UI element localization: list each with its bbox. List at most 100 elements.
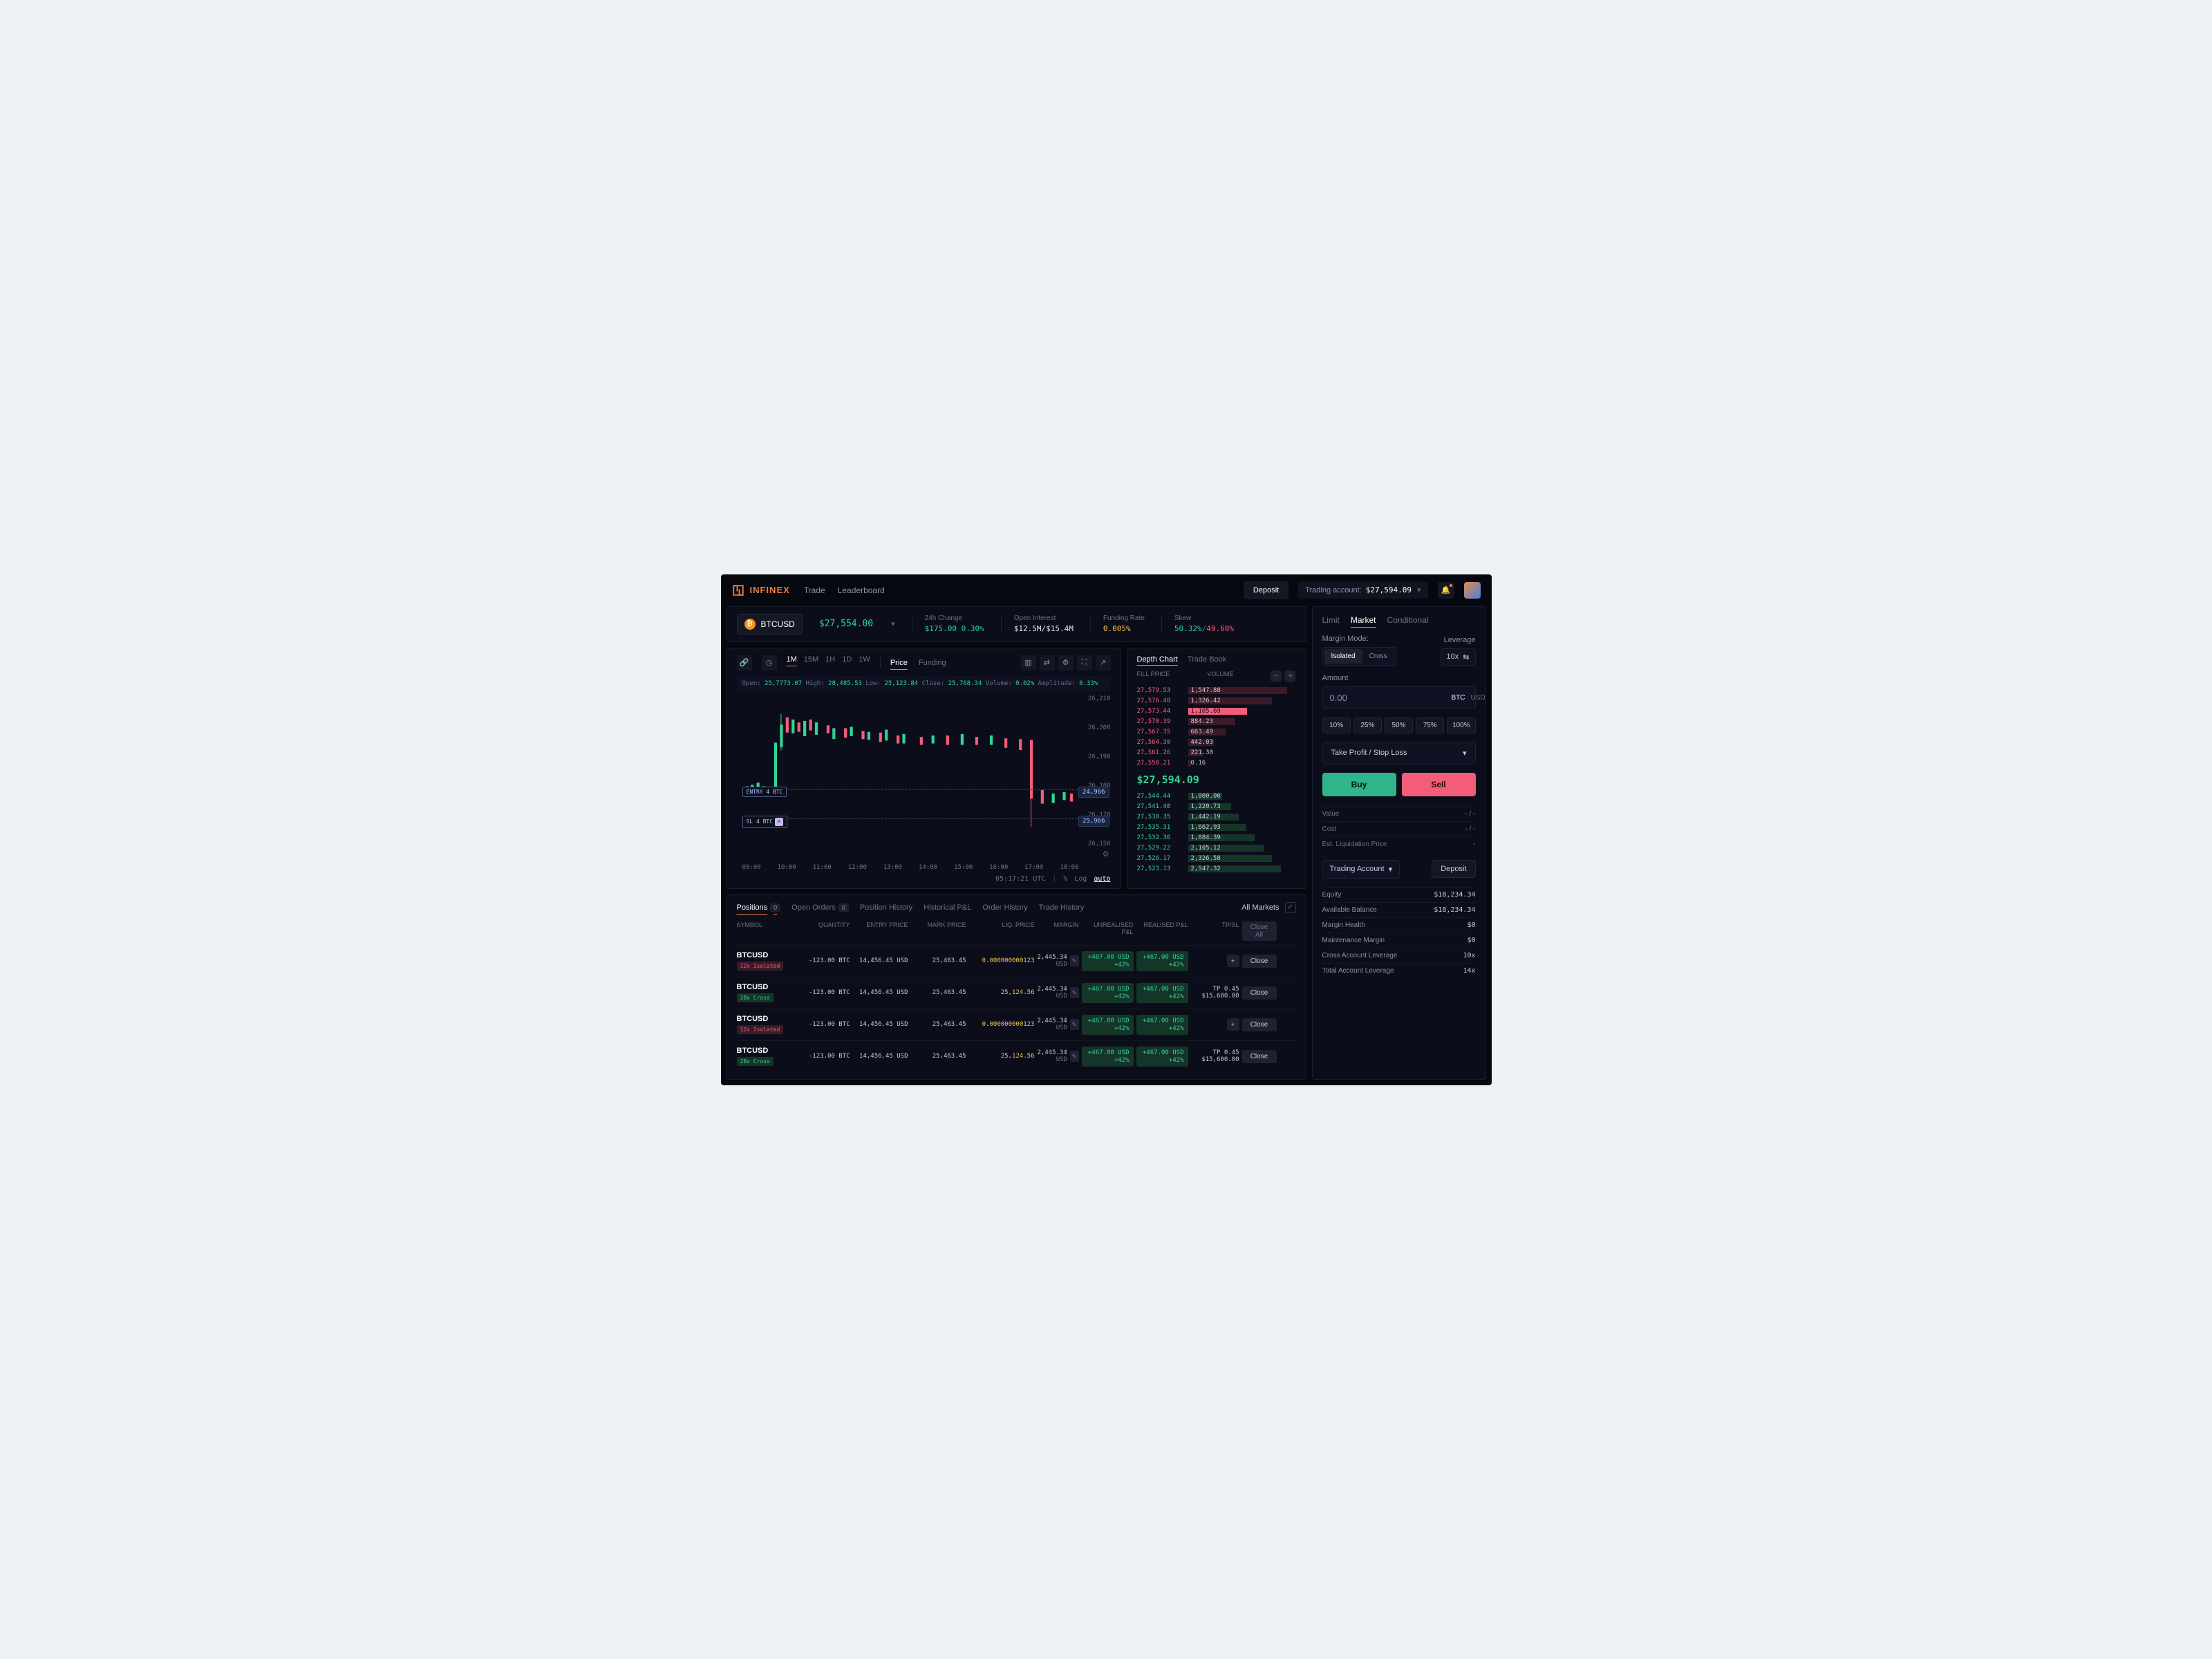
edit-icon[interactable]: ✎ <box>1070 955 1079 966</box>
close-position-button[interactable]: Close <box>1242 955 1277 968</box>
zoom-in-button[interactable]: + <box>1284 671 1295 682</box>
account-selector[interactable]: Trading Account ▾ <box>1322 860 1400 879</box>
close-position-button[interactable]: Close <box>1242 986 1277 1000</box>
pct-100[interactable]: 100% <box>1447 718 1475 733</box>
bid-row[interactable]: 27,544.441,000.00 <box>1137 791 1296 801</box>
pct-toggle[interactable]: % <box>1063 875 1067 883</box>
bid-row[interactable]: 27,541.401,220.73 <box>1137 802 1296 812</box>
margin-mode-segment: Isolated Cross <box>1322 647 1396 666</box>
bid-row[interactable]: 27,529.222,105.12 <box>1137 843 1296 853</box>
close-position-button[interactable]: Close <box>1242 1018 1277 1031</box>
tab-trade-book[interactable]: Trade Book <box>1188 655 1226 664</box>
pct-10[interactable]: 10% <box>1322 718 1351 733</box>
tab-position-history[interactable]: Position History <box>860 903 912 912</box>
amount-input[interactable] <box>1330 693 1452 703</box>
tf-1h[interactable]: 1H <box>825 655 835 671</box>
account-stat-row: Cross Account Leverage10x <box>1322 948 1476 963</box>
tf-15m[interactable]: 15M <box>804 655 818 671</box>
margin-cross[interactable]: Cross <box>1362 649 1394 664</box>
bid-row[interactable]: 27,538.351,442.19 <box>1137 812 1296 822</box>
ask-row[interactable]: 27,573.441,105.69 <box>1137 706 1296 716</box>
pct-75[interactable]: 75% <box>1416 718 1444 733</box>
edit-icon[interactable]: ✎ <box>1070 1019 1079 1030</box>
tab-historical-pnl[interactable]: Historical P&L <box>924 903 971 912</box>
clock-icon[interactable]: ◷ <box>762 655 777 671</box>
order-panel: Limit Market Conditional Margin Mode: Is… <box>1312 606 1486 1080</box>
pct-50[interactable]: 50% <box>1385 718 1413 733</box>
entry-marker[interactable]: ENTRY 4 BTC <box>742 787 787 797</box>
account-stat-row: Equity$18,234.34 <box>1322 887 1476 902</box>
ordertype-conditional[interactable]: Conditional <box>1387 615 1429 625</box>
funding-toggle[interactable]: Funding <box>919 659 946 667</box>
sell-button[interactable]: Sell <box>1402 773 1476 796</box>
ask-row[interactable]: 27,567.35663.49 <box>1137 727 1296 737</box>
ask-row[interactable]: 27,558.210.16 <box>1137 758 1296 768</box>
close-position-button[interactable]: Close <box>1242 1050 1277 1063</box>
tab-depth-chart[interactable]: Depth Chart <box>1137 655 1178 664</box>
leverage-dropdown[interactable]: 10x ⇆ <box>1441 648 1476 666</box>
ask-row[interactable]: 27,570.39884.23 <box>1137 717 1296 727</box>
candlestick-chart[interactable]: 26,210 26,200 26,190 26,180 26,170 26,15… <box>737 695 1111 861</box>
ask-row[interactable]: 27,579.531,547.88 <box>1137 686 1296 695</box>
margin-isolated[interactable]: Isolated <box>1324 649 1362 664</box>
bid-row[interactable]: 27,532.361,884.39 <box>1137 833 1296 843</box>
share-icon[interactable]: ↗ <box>1096 655 1111 671</box>
close-icon[interactable]: × <box>775 818 783 826</box>
add-tpsl-button[interactable]: + <box>1227 955 1239 967</box>
tab-order-history[interactable]: Order History <box>982 903 1027 912</box>
compare-icon[interactable]: ⇄ <box>1040 655 1055 671</box>
close-all-button[interactable]: Close All <box>1242 921 1277 941</box>
sl-marker[interactable]: SL 4 BTC × <box>742 816 788 828</box>
gear-icon[interactable]: ⚙ <box>1103 850 1109 859</box>
price-marker: 24,966 <box>1078 787 1109 798</box>
edit-icon[interactable]: ✎ <box>1070 1051 1079 1062</box>
tf-1m[interactable]: 1M <box>787 655 797 671</box>
nav-trade[interactable]: Trade <box>804 585 825 595</box>
log-toggle[interactable]: Log <box>1074 875 1087 883</box>
deposit-button-2[interactable]: Deposit <box>1432 860 1475 878</box>
buy-button[interactable]: Buy <box>1322 773 1396 796</box>
fullscreen-icon[interactable]: ⛶ <box>1077 655 1092 671</box>
pair-selector[interactable]: ₿ BTCUSD <box>737 614 803 635</box>
all-markets-checkbox[interactable]: ✓ <box>1285 902 1296 913</box>
ask-row[interactable]: 27,576.481,326.42 <box>1137 696 1296 706</box>
bid-row[interactable]: 27,526.172,326.58 <box>1137 854 1296 863</box>
tf-1w[interactable]: 1W <box>859 655 870 671</box>
tpsl-expand[interactable]: Take Profit / Stop Loss ▾ <box>1322 742 1476 765</box>
ccy-usd[interactable]: USD <box>1471 694 1485 702</box>
chevron-down-icon: ▾ <box>891 619 895 628</box>
logo[interactable]: INFINEX <box>732 584 790 597</box>
ccy-btc[interactable]: BTC <box>1452 694 1465 702</box>
bell-icon[interactable]: 🔔 <box>1438 582 1454 599</box>
amount-label: Amount <box>1322 674 1476 682</box>
deposit-button[interactable]: Deposit <box>1244 581 1288 599</box>
account-stat-row: Margin Health$0 <box>1322 917 1476 932</box>
account-stat-row: Total Account Leverage14x <box>1322 963 1476 978</box>
gear-icon[interactable]: ⚙ <box>1058 655 1074 671</box>
ordertype-market[interactable]: Market <box>1351 615 1376 625</box>
skew-label: Skew <box>1174 615 1234 622</box>
ask-row[interactable]: 27,564.30442.03 <box>1137 738 1296 747</box>
link-icon[interactable]: 🔗 <box>737 655 752 671</box>
tab-trade-history[interactable]: Trade History <box>1039 903 1085 912</box>
bid-row[interactable]: 27,523.132,547.32 <box>1137 864 1296 874</box>
all-markets-filter[interactable]: All Markets <box>1241 903 1279 912</box>
tab-open-orders[interactable]: Open Orders 0 <box>791 903 849 912</box>
indicator-icon[interactable]: ▥ <box>1021 655 1036 671</box>
zoom-out-button[interactable]: − <box>1271 671 1282 682</box>
auto-toggle[interactable]: auto <box>1094 875 1110 883</box>
bid-row[interactable]: 27,535.311,662,93 <box>1137 823 1296 832</box>
add-tpsl-button[interactable]: + <box>1227 1018 1239 1031</box>
avatar[interactable] <box>1464 582 1481 599</box>
pct-25[interactable]: 25% <box>1353 718 1382 733</box>
edit-icon[interactable]: ✎ <box>1070 987 1079 998</box>
x-axis: 09:0010:0011:0012:0013:0014:0015:0016:00… <box>737 861 1111 871</box>
nav-leaderboard[interactable]: Leaderboard <box>838 585 885 595</box>
trading-account-dropdown[interactable]: Trading account: $27,594.09 ▾ <box>1298 581 1427 599</box>
price-toggle[interactable]: Price <box>890 659 908 667</box>
chevron-down-icon: ▾ <box>1463 749 1467 758</box>
tf-1d[interactable]: 1D <box>842 655 852 671</box>
ask-row[interactable]: 27,561.26221.30 <box>1137 748 1296 758</box>
ordertype-limit[interactable]: Limit <box>1322 615 1340 625</box>
tab-positions[interactable]: Positions 0 <box>737 903 781 912</box>
